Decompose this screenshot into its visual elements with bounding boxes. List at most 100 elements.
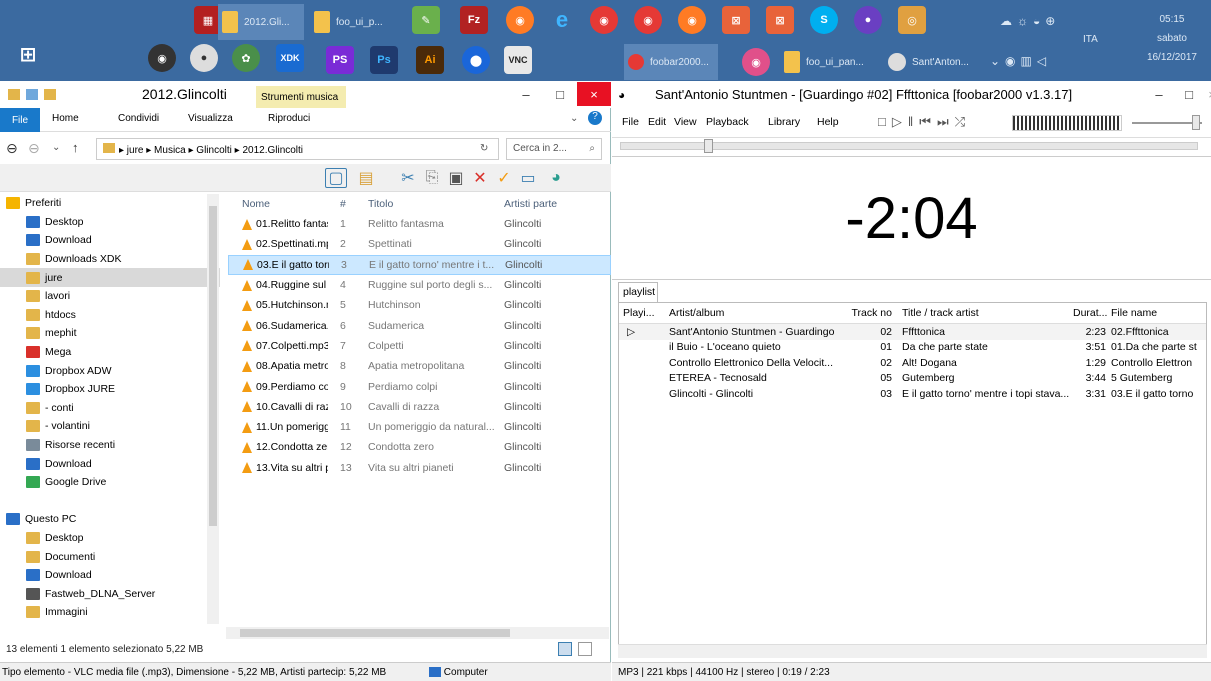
nav-item[interactable]: Downloads XDK [0, 250, 220, 269]
nav-item[interactable]: Download [0, 566, 220, 585]
file-row[interactable]: 13.Vita su altri piane... 13 Vita su altri… [228, 458, 611, 478]
previous-icon[interactable]: ⏮ [919, 114, 937, 129]
file-row[interactable]: 05.Hutchinson.mp3 5 Hutchinson Glincolti [228, 295, 611, 315]
nav-item[interactable]: - volantini [0, 417, 220, 436]
quick-access-icons[interactable] [8, 89, 88, 101]
scroll-thumb[interactable] [240, 629, 510, 637]
file-row[interactable]: 04.Ruggine sul port... 4 Ruggine sul porto… [228, 275, 611, 295]
nav-item[interactable]: Risorse recenti [0, 436, 220, 455]
new-folder-icon[interactable]: ▤ [355, 168, 377, 188]
taskbar-foobar-button[interactable]: foobar2000... [624, 44, 718, 80]
foobar-tray-icon[interactable]: ◉ [742, 48, 770, 76]
ie-icon[interactable]: e [548, 6, 576, 34]
playlist-row[interactable]: Glincolti - Glincolti 03 E il gatto torno'… [619, 386, 1206, 402]
file-row[interactable]: 08.Apatia metropoli... 8 Apatia metropolit… [228, 356, 611, 376]
playlist-row[interactable]: ▷ Sant'Antonio Stuntmen - Guardingo 02 Ffft… [619, 324, 1206, 340]
play-icon[interactable]: ▷ [892, 114, 908, 129]
vnc-icon[interactable]: VNC [504, 46, 532, 74]
column-title[interactable]: Titolo [368, 198, 504, 210]
app-purple-icon[interactable]: ● [854, 6, 882, 34]
nav-item[interactable]: - conti [0, 399, 220, 418]
cut-icon[interactable]: ✂ [397, 168, 419, 188]
nav-item[interactable]: Preferiti [0, 194, 220, 213]
chevron-down-icon[interactable]: ⌄ [570, 113, 578, 124]
taskbar-santantonio-button[interactable]: Sant'Anton... [884, 44, 984, 80]
menu-view[interactable]: View [674, 116, 697, 128]
context-tab-music-tools[interactable]: Strumenti musica [256, 86, 346, 108]
illustrator-icon[interactable]: Ai [416, 46, 444, 74]
tray-icons-2[interactable]: ⌄◉▥◁ [990, 54, 1051, 68]
nav-item[interactable]: Immagini [0, 603, 220, 622]
delete-icon[interactable]: ✕ [469, 168, 491, 188]
webcam-icon[interactable]: ● [190, 44, 218, 72]
back-arrow-icon[interactable]: ⊖ [6, 140, 18, 157]
nav-item[interactable]: Questo PC [0, 510, 220, 529]
nav-item[interactable]: jure [0, 268, 220, 287]
address-path[interactable]: ▸ jure ▸ Musica ▸ Glincolti ▸ 2012.Glinc… [96, 138, 499, 160]
column-duration[interactable]: Durat... [1073, 307, 1111, 319]
nav-item[interactable]: Google Drive [0, 473, 220, 492]
playlist-row[interactable]: il Buio - L'oceano quieto 01 Da che parte … [619, 340, 1206, 356]
maps-icon[interactable]: ⬤ [462, 46, 490, 74]
file-row[interactable]: 12.Condotta zero.m... 12 Condotta zero Glin… [228, 437, 611, 457]
details-view-icon[interactable] [558, 642, 572, 656]
close-button[interactable]: × [1202, 82, 1211, 106]
skype-icon[interactable]: S [810, 6, 838, 34]
seek-knob[interactable] [704, 139, 713, 153]
tab-file[interactable]: File [0, 108, 40, 132]
windows-start-icon[interactable]: ⊞ [14, 40, 42, 68]
android-studio-icon[interactable]: ✿ [232, 44, 260, 72]
playlist-hscrollbar[interactable] [618, 644, 1207, 658]
stop-icon[interactable]: □ [878, 114, 892, 129]
copy-icon[interactable]: ⎘ [421, 168, 443, 188]
column-title[interactable]: Title / track artist [898, 307, 1073, 319]
close-button[interactable]: × [577, 82, 611, 106]
menu-playback[interactable]: Playback [706, 116, 749, 128]
tiles-view-icon[interactable] [578, 642, 592, 656]
nav-item[interactable]: Dropbox JURE [0, 380, 220, 399]
xampp-icon[interactable]: ⊠ [722, 6, 750, 34]
nav-item[interactable]: mephit [0, 324, 220, 343]
file-row[interactable]: 02.Spettinati.mp3 2 Spettinati Glincolti [228, 234, 611, 254]
nav-item[interactable]: Fastweb_DLNA_Server [0, 584, 220, 603]
nav-item[interactable]: Desktop [0, 529, 220, 548]
maximize-button[interactable]: □ [543, 82, 577, 106]
firefox-icon-2[interactable]: ◉ [678, 6, 706, 34]
column-artists[interactable]: Artisti parte [504, 198, 564, 210]
file-row[interactable]: 11.Un pomeriggio d... 11 Un pomeriggio da … [228, 417, 611, 437]
random-icon[interactable]: ⤮ [955, 114, 971, 129]
menu-file[interactable]: File [622, 116, 639, 128]
menu-edit[interactable]: Edit [648, 116, 666, 128]
column-number[interactable]: # [328, 198, 368, 210]
menu-help[interactable]: Help [817, 116, 839, 128]
file-list-hscrollbar[interactable] [226, 627, 609, 639]
properties-icon[interactable]: ▭ [517, 168, 539, 188]
nav-item[interactable]: lavori [0, 287, 220, 306]
nav-item[interactable]: Download [0, 454, 220, 473]
minimize-button[interactable]: – [1142, 82, 1176, 106]
help-icon[interactable]: ? [588, 111, 602, 125]
pause-icon[interactable]: ‖ [908, 114, 919, 129]
seek-bar[interactable] [620, 139, 1198, 153]
tab-share[interactable]: Condividi [118, 113, 159, 124]
refresh-icon[interactable]: ↻ [480, 143, 488, 154]
column-track-no[interactable]: Track no [843, 307, 898, 319]
language-indicator[interactable]: ITA [1083, 34, 1098, 45]
nav-scrollbar[interactable] [207, 194, 219, 624]
taskbar-explorer-button[interactable]: 2012.Gli... [218, 4, 304, 40]
clock[interactable]: 05:15 sabato 16/12/2017 [1147, 10, 1197, 67]
minimize-button[interactable]: – [509, 82, 543, 106]
file-row[interactable]: 09.Perdiamo colpi.... 9 Perdiamo colpi Glin… [228, 376, 611, 396]
pane-layout-icon[interactable]: ▢ [325, 168, 347, 188]
recent-dropdown-icon[interactable]: ⌄ [52, 142, 60, 153]
playlist-row[interactable]: Controllo Elettronico Della Velocit... 02… [619, 355, 1206, 371]
tab-play[interactable]: Riproduci [268, 113, 310, 124]
tray-icons[interactable]: ☁☼◒⊕ [1000, 14, 1060, 28]
xdk-icon[interactable]: XDK [276, 44, 304, 72]
file-row[interactable]: 03.E il gatto torno' ... 3 E il gatto torn… [228, 254, 611, 275]
file-row[interactable]: 06.Sudamerica.mp3 6 Sudamerica Glincolti [228, 315, 611, 335]
file-row[interactable]: 01.Relitto fantasma.... 1 Relitto fantasma… [228, 214, 611, 234]
nav-item[interactable]: Mega [0, 343, 220, 362]
chrome-icon[interactable]: ◉ [590, 6, 618, 34]
column-artist-album[interactable]: Artist/album [665, 307, 843, 319]
